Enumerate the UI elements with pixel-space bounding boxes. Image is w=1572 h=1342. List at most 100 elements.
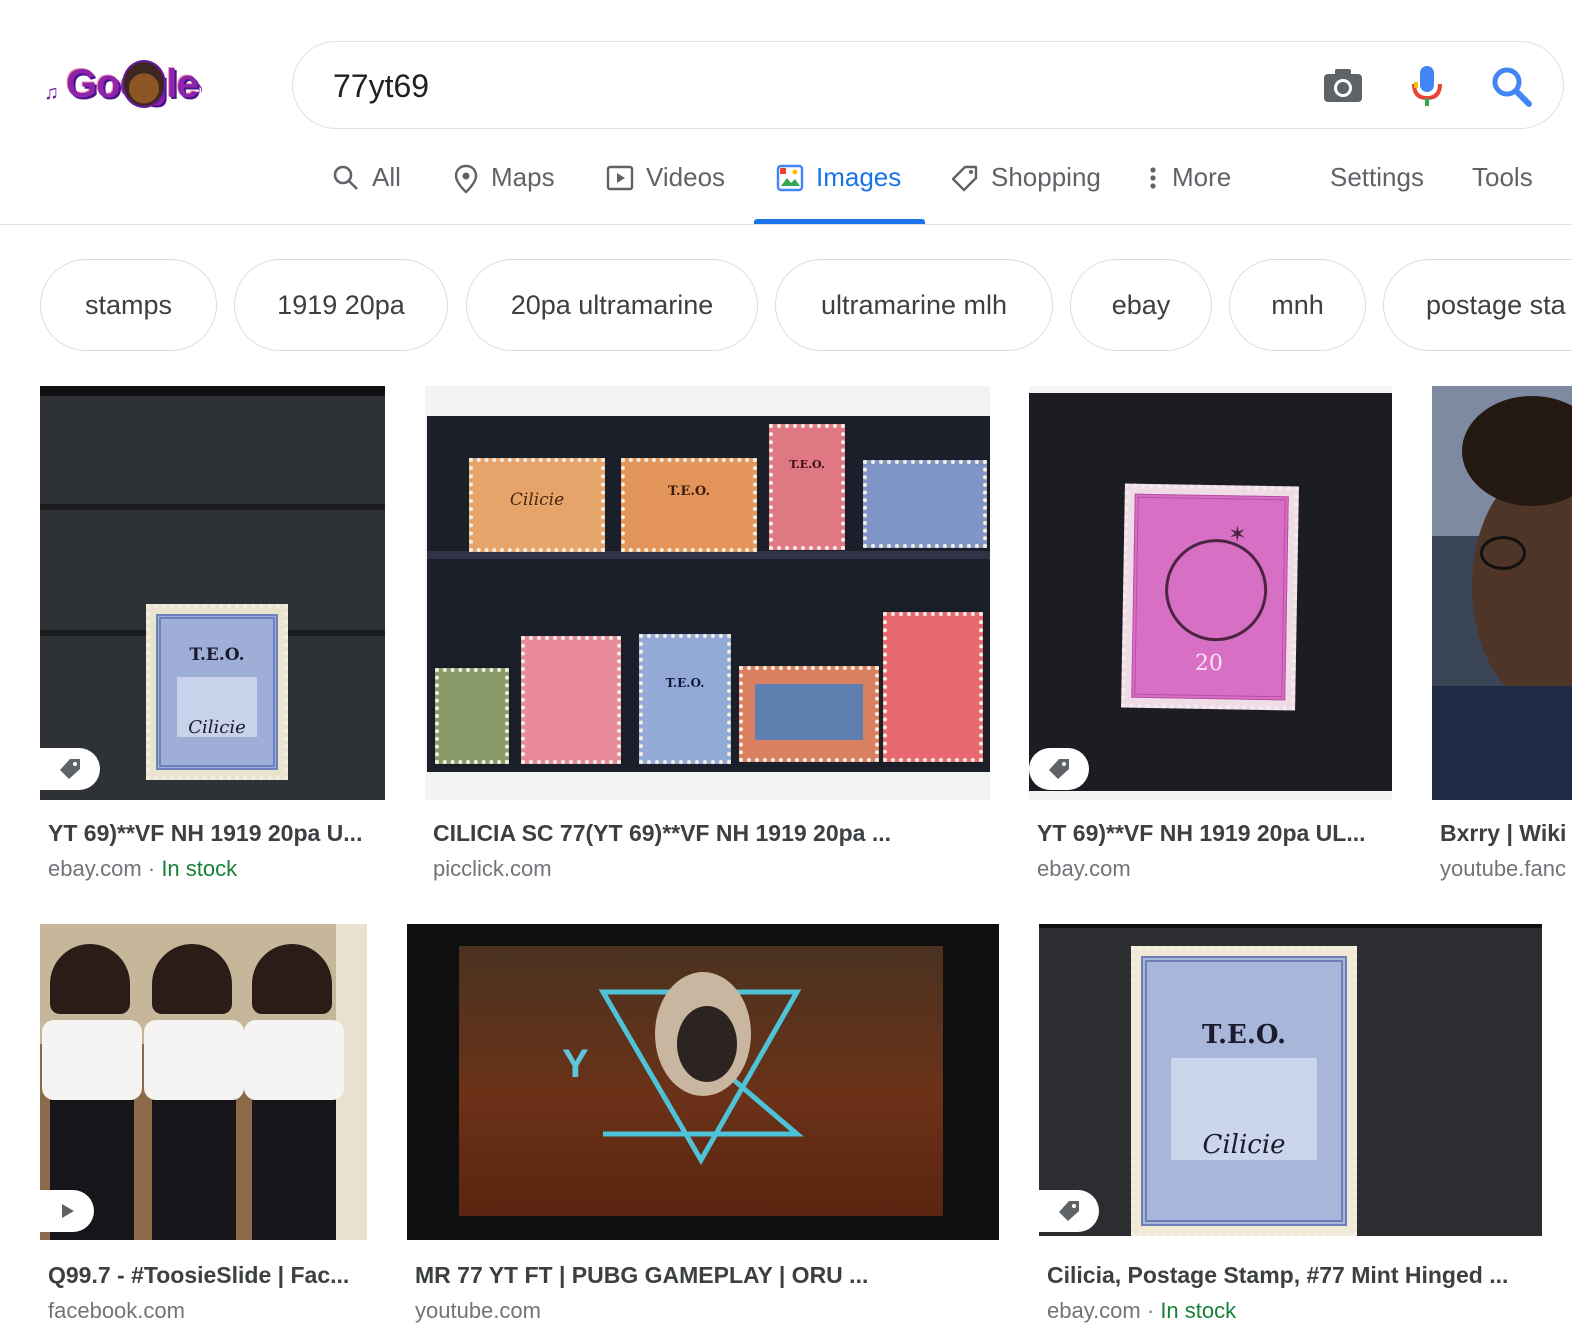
result-thumbnail — [1432, 386, 1572, 800]
stamp-image — [883, 612, 983, 762]
shopping-badge — [40, 748, 100, 790]
search-box — [292, 41, 1564, 129]
tag-icon — [1059, 1201, 1079, 1221]
shopping-badge — [1029, 748, 1089, 790]
tab-all[interactable]: All — [332, 150, 401, 224]
settings-link[interactable]: Settings — [1330, 150, 1424, 224]
image-result[interactable]: T.E.O. Cilicie YT 69)**VF NH 1919 20pa U… — [40, 386, 385, 886]
stock-status: In stock — [161, 856, 238, 881]
tools-link[interactable]: Tools — [1472, 150, 1533, 224]
tab-images[interactable]: Images — [753, 150, 926, 224]
stamp-cilicie: Cilicie — [1202, 1130, 1286, 1160]
image-result[interactable]: Cilicie T.E.O. T.E.O. T.E.O. CILICIA SC … — [425, 386, 990, 886]
stamp-overprint: T.E.O. — [665, 676, 705, 690]
header-divider — [0, 224, 1572, 225]
video-badge — [40, 1190, 94, 1232]
stamp-value: 20 — [1194, 650, 1224, 677]
source-domain: ebay.com — [48, 856, 142, 881]
source-domain: facebook.com — [48, 1298, 185, 1323]
stamp-overprint: T.E.O. — [1201, 1020, 1287, 1050]
tab-maps[interactable]: Maps — [453, 150, 555, 224]
result-title: Cilicia, Postage Stamp, #77 Mint Hinged … — [1047, 1262, 1509, 1288]
settings-label: Settings — [1330, 162, 1424, 192]
result-thumbnail: ✶ 20 — [1029, 386, 1392, 800]
chip-1919-20pa[interactable]: 1919 20pa — [234, 259, 448, 351]
chip-mnh[interactable]: mnh — [1229, 259, 1366, 351]
chip-label: 1919 20pa — [277, 289, 405, 320]
tools-label: Tools — [1472, 162, 1533, 192]
music-note-icon: ♪ — [194, 78, 204, 100]
result-thumbnail: Cilicie T.E.O. T.E.O. T.E.O. — [425, 386, 990, 800]
more-vert-icon — [1150, 167, 1156, 189]
chip-stamps[interactable]: stamps — [40, 259, 217, 351]
result-title: CILICIA SC 77(YT 69)**VF NH 1919 20pa ..… — [433, 820, 892, 846]
tab-videos[interactable]: Videos — [606, 150, 725, 224]
pubg-emblem-icon — [598, 972, 804, 1165]
tag-icon — [1049, 759, 1069, 779]
stamp-image: T.E.O. — [621, 458, 757, 552]
source-domain: ebay.com — [1047, 1298, 1141, 1323]
channel-letter: Y — [562, 1042, 589, 1086]
tab-more[interactable]: More — [1146, 150, 1231, 224]
result-source: facebook.com — [48, 1298, 185, 1324]
image-result[interactable]: T.E.O. Cilicie Cilicia, Postage Stamp, #… — [1039, 924, 1542, 1334]
stamp-cilicie: Cilicie — [188, 717, 246, 738]
source-domain: youtube.fanc — [1440, 856, 1566, 881]
tab-label: Images — [816, 162, 902, 192]
camera-icon[interactable] — [1321, 64, 1365, 108]
result-source: ebay.com · In stock — [48, 856, 238, 881]
image-result[interactable]: Y MR 77 YT FT | PUBG GAMEPLAY | ORU ... … — [407, 924, 999, 1334]
chip-postage-stamps[interactable]: postage sta — [1383, 259, 1572, 351]
result-title: Q99.7 - #ToosieSlide | Fac... — [48, 1262, 350, 1288]
chip-label: postage sta — [1426, 289, 1566, 320]
result-thumbnail: T.E.O. Cilicie — [40, 386, 385, 800]
tab-label: More — [1172, 162, 1232, 192]
chip-ultramarine-mlh[interactable]: ultramarine mlh — [775, 259, 1053, 351]
stamp-image: T.E.O. Cilicie — [1131, 946, 1357, 1236]
search-tabs: All Maps Videos Images Shopping More Set… — [0, 150, 1572, 224]
map-pin-icon — [454, 164, 478, 194]
stamp-cilicie: Cilicie — [509, 490, 565, 510]
stamp-image — [521, 636, 621, 764]
search-icon — [333, 165, 358, 190]
result-thumbnail — [40, 924, 367, 1240]
stamp-image: Cilicie — [469, 458, 605, 552]
search-submit-icon[interactable] — [1489, 64, 1533, 108]
image-result[interactable]: Bxrry | Wiki youtube.fanc — [1432, 386, 1572, 886]
tab-shopping[interactable]: Shopping — [951, 150, 1101, 224]
chip-label: ultramarine mlh — [820, 289, 1008, 320]
source-domain: ebay.com — [1037, 856, 1131, 881]
chip-label: stamps — [84, 289, 173, 320]
chip-label: 20pa ultramarine — [510, 289, 714, 320]
google-doodle-logo[interactable]: ♫ Google ♪ — [44, 56, 209, 116]
stamp-image: T.E.O. — [639, 634, 731, 764]
play-icon — [62, 1204, 74, 1218]
image-icon — [776, 164, 804, 192]
microphone-icon[interactable] — [1405, 64, 1449, 108]
source-domain: picclick.com — [433, 856, 552, 881]
tab-label: All — [372, 162, 401, 192]
image-result[interactable]: Q99.7 - #ToosieSlide | Fac... facebook.c… — [40, 924, 367, 1334]
chip-20pa-ultramarine[interactable]: 20pa ultramarine — [466, 259, 758, 351]
stamp-image: T.E.O. — [769, 424, 845, 550]
result-thumbnail: T.E.O. Cilicie — [1039, 924, 1542, 1236]
result-source: ebay.com — [1037, 856, 1131, 882]
stamp-image — [435, 668, 509, 764]
chip-ebay[interactable]: ebay — [1070, 259, 1212, 351]
result-title: MR 77 YT FT | PUBG GAMEPLAY | ORU ... — [415, 1262, 869, 1288]
image-result[interactable]: ✶ 20 YT 69)**VF NH 1919 20pa UL... ebay.… — [1029, 386, 1392, 886]
stamp-image: T.E.O. Cilicie — [146, 604, 288, 780]
source-domain: youtube.com — [415, 1298, 541, 1323]
result-title: Bxrry | Wiki — [1440, 820, 1567, 846]
search-input[interactable] — [333, 64, 1233, 108]
stamp-image — [739, 666, 879, 762]
stamp-overprint: T.E.O. — [667, 484, 711, 499]
stamp-overprint: T.E.O. — [189, 645, 245, 665]
tab-label: Videos — [646, 162, 726, 192]
stamp-image — [863, 460, 987, 548]
play-icon — [606, 165, 634, 191]
doodle-face-icon — [122, 60, 166, 108]
stock-status: In stock — [1160, 1298, 1237, 1323]
result-source: ebay.com · In stock — [1047, 1298, 1237, 1323]
tag-icon — [60, 759, 80, 779]
